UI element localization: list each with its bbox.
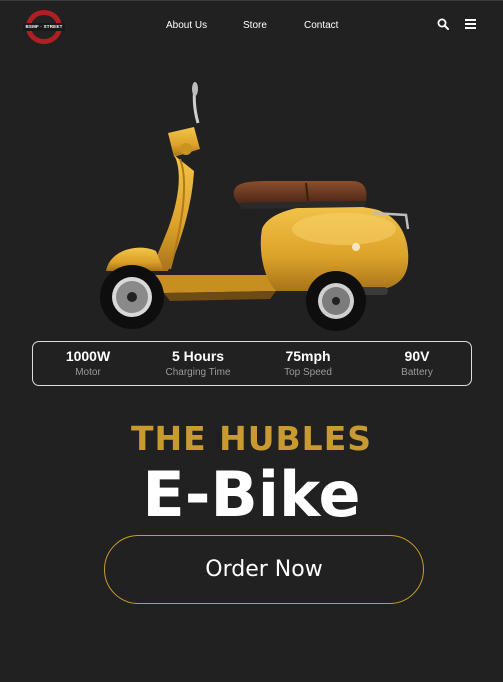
brand-logo[interactable]: BSMF · STREET	[23, 10, 65, 44]
hero-title: E-Bike	[142, 458, 361, 531]
menu-icon[interactable]	[465, 19, 476, 29]
search-icon[interactable]	[437, 18, 449, 30]
spec-label: Motor	[75, 367, 101, 378]
logo-text: BSMF · STREET	[23, 23, 65, 31]
specs-panel: 1000W Motor 5 Hours Charging Time 75mph …	[32, 341, 472, 386]
spec-value: 90V	[404, 348, 430, 364]
spec-motor: 1000W Motor	[33, 347, 143, 380]
nav-link-about-us[interactable]: About Us	[166, 20, 207, 31]
hero-subtitle: THE HUBLES	[130, 419, 373, 458]
nav-link-contact[interactable]: Contact	[304, 20, 338, 31]
scooter-image	[100, 82, 410, 331]
spec-value: 75mph	[285, 348, 331, 364]
spec-charging-time: 5 Hours Charging Time	[143, 347, 253, 380]
nav-link-store[interactable]: Store	[243, 20, 267, 31]
spec-value: 5 Hours	[171, 348, 225, 364]
spec-label: Charging Time	[165, 367, 231, 378]
spec-label: Top Speed	[284, 367, 332, 378]
spec-value: 1000W	[65, 348, 111, 364]
spec-label: Battery	[401, 367, 433, 378]
spec-battery: 90V Battery	[362, 347, 472, 380]
spec-top-speed: 75mph Top Speed	[253, 347, 363, 380]
top-navigation: BSMF · STREET About Us Store Contact	[0, 1, 503, 53]
order-now-button[interactable]: Order Now	[104, 535, 424, 604]
